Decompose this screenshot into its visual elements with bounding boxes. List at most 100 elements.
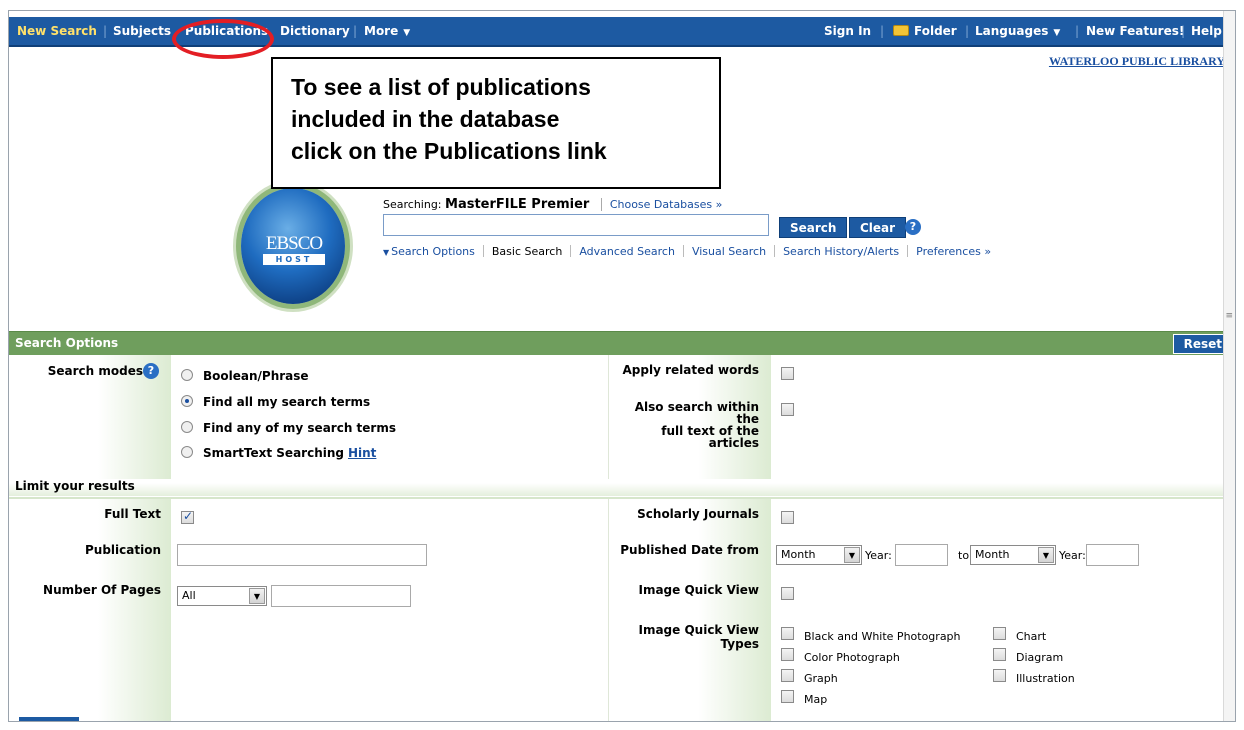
type-checkbox[interactable] [993,669,1006,682]
triangle-down-icon: ▼ [383,248,390,257]
limit-band [9,483,1235,496]
mode-option[interactable]: SmartText Searching Hint [181,446,376,460]
full-text-checkbox[interactable] [181,509,194,524]
searching-line: Searching: MasterFILE Premier Choose Dat… [383,197,723,212]
help-icon[interactable]: ? [143,363,159,379]
search-options-header: Search Options Reset [9,331,1235,355]
chevron-down-icon: ▼ [1053,28,1061,38]
type-checkbox[interactable] [993,648,1006,661]
callout-line-2: included in the database [291,106,560,132]
type-checkbox[interactable] [781,627,794,640]
label-column-left [9,499,171,721]
month-to-select[interactable]: Month ▼ [970,545,1056,565]
full-text-search-label-line1: Also search within the [634,400,759,426]
subnav-separator [774,245,776,257]
pages-input[interactable] [271,585,411,607]
type-checkbox[interactable] [781,648,794,661]
callout-line-1: To see a list of publications [291,74,591,100]
nav-separator: | [1181,24,1186,38]
year-from-input[interactable] [895,544,948,566]
to-label: to [958,549,970,562]
apply-related-words-checkbox[interactable] [781,367,794,380]
nav-folder-label: Folder [914,24,957,38]
clear-button[interactable]: Clear [849,217,907,238]
hint-link[interactable]: Hint [348,446,376,460]
database-name: MasterFILE Premier [445,197,590,212]
full-text-search-label-line2: full text of the articles [661,424,759,450]
search-options-title: Search Options [15,336,119,350]
mode-option[interactable]: Find any of my search terms [181,421,396,435]
search-input[interactable] [383,214,769,236]
month-from-value: Month [781,548,816,561]
type-label: Black and White Photograph [804,630,961,643]
image-quick-view-checkbox[interactable] [781,587,794,600]
search-options-toggle[interactable]: ▼ Search Options [383,245,475,258]
nav-dictionary[interactable]: Dictionary [280,24,350,38]
annotation-callout: To see a list of publications included i… [271,57,721,189]
nav-separator: | [965,24,970,38]
mode-option[interactable]: Boolean/Phrase [181,369,309,383]
type-checkbox[interactable] [781,669,794,682]
full-text-search-checkbox[interactable] [781,403,794,416]
visual-search-link[interactable]: Visual Search [692,245,766,258]
radio-button[interactable] [181,369,193,381]
type-label: Illustration [1016,672,1075,685]
horizontal-scroll-thumb[interactable] [19,717,79,721]
nav-new-features[interactable]: New Features! [1086,24,1184,38]
radio-button[interactable] [181,421,193,433]
help-icon[interactable]: ? [905,219,921,235]
highlight-circle [172,19,274,59]
nav-help[interactable]: Help [1191,24,1222,38]
year-to-input[interactable] [1086,544,1139,566]
month-from-select[interactable]: Month ▼ [776,545,862,565]
nav-subjects[interactable]: Subjects [113,24,171,38]
basic-search-link[interactable]: Basic Search [492,245,562,258]
image-quick-view-types-label: Image Quick View Types [638,623,759,651]
nav-separator: | [1075,24,1080,38]
year-to-label: Year: [1059,549,1086,562]
nav-separator: | [103,24,108,38]
publication-label: Publication [84,543,161,557]
nav-sign-in[interactable]: Sign In [824,24,871,38]
publication-input[interactable] [177,544,427,566]
advanced-search-link[interactable]: Advanced Search [579,245,675,258]
search-options-toggle-label: Search Options [391,245,475,258]
radio-button[interactable] [181,446,193,458]
nav-languages[interactable]: Languages ▼ [975,24,1060,38]
type-checkbox[interactable] [781,690,794,703]
subnav-separator [682,245,684,257]
month-to-value: Month [975,548,1010,561]
search-subnav: ▼ Search Options Basic Search Advanced Sear… [383,245,991,258]
choose-databases-link[interactable]: Choose Databases » [600,198,723,211]
library-link[interactable]: WATERLOO PUBLIC LIBRARY [1049,54,1225,69]
resize-grip-icon[interactable]: ≡ [1225,311,1233,321]
limit-divider [9,497,1235,499]
pages-select[interactable]: All ▼ [177,586,267,606]
search-button[interactable]: Search [779,217,848,238]
search-modes-label: Search modes [47,364,143,378]
chevron-down-icon: ▼ [1038,547,1054,563]
folder-icon [893,25,909,36]
subnav-separator [570,245,572,257]
type-label: Diagram [1016,651,1064,664]
type-label: Color Photograph [804,651,900,664]
preferences-link[interactable]: Preferences » [916,245,991,258]
mode-option[interactable]: Find all my search terms [181,395,370,409]
nav-folder[interactable]: Folder [893,24,957,38]
mode-label: Find any of my search terms [203,421,396,435]
nav-new-search[interactable]: New Search [17,24,97,38]
nav-more-label: More [364,24,399,38]
browser-window: New Search | Subjects Publications Dicti… [8,10,1236,722]
subnav-separator [482,245,484,257]
published-date-label: Published Date from [620,543,759,557]
scholarly-journals-checkbox[interactable] [781,511,794,524]
logo-subtext: HOST [263,254,325,265]
chevron-down-icon: ▼ [249,588,265,604]
radio-button[interactable] [181,395,193,407]
nav-separator: | [880,24,885,38]
nav-more[interactable]: More ▼ [364,24,410,38]
vertical-scrollbar[interactable] [1223,11,1235,721]
type-checkbox[interactable] [993,627,1006,640]
search-history-link[interactable]: Search History/Alerts [783,245,899,258]
column-divider [608,499,609,721]
